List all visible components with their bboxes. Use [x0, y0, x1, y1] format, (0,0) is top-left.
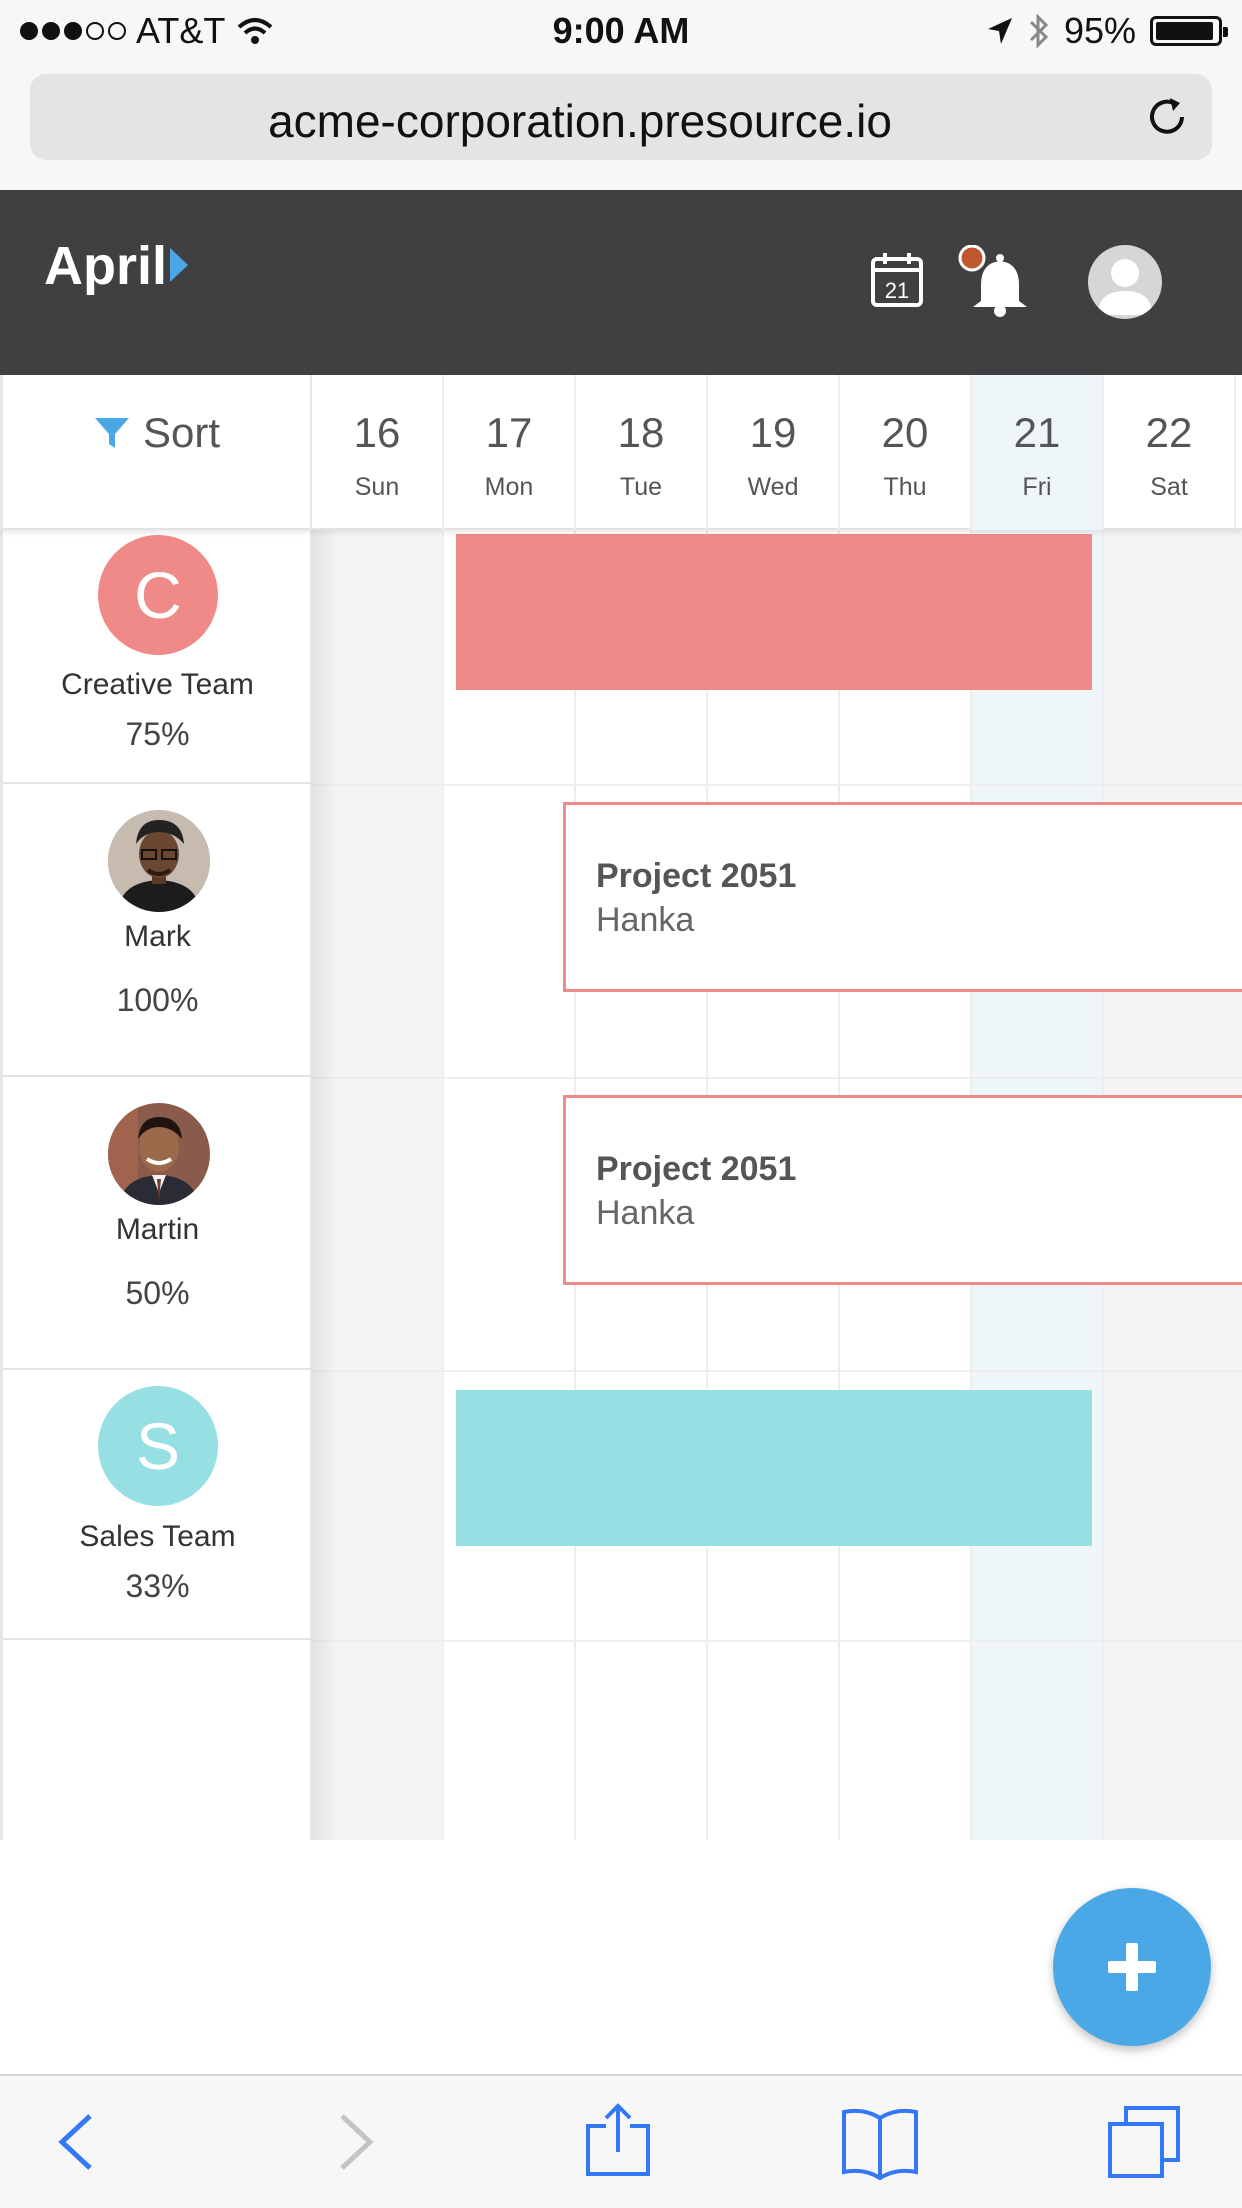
row-divider	[312, 784, 1242, 786]
day-name: Wed	[747, 473, 799, 501]
booking-client: Hanka	[596, 1194, 695, 1232]
day-name: Sat	[1150, 473, 1188, 501]
month-title[interactable]: April	[44, 235, 167, 297]
booking-card[interactable]: Project 2051 Hanka	[563, 802, 1242, 992]
booking-card[interactable]: Project 2051 Hanka	[563, 1095, 1242, 1285]
reload-icon[interactable]	[1142, 92, 1192, 142]
plus-icon-vertical	[1126, 1943, 1138, 1991]
calendar-icon-day: 21	[885, 278, 909, 303]
url-text[interactable]: acme-corporation.presource.io	[30, 94, 1130, 148]
resource-utilization: 33%	[125, 1568, 190, 1604]
day-column-header[interactable]: 20 Thu	[840, 375, 972, 530]
user-avatar-button[interactable]	[1088, 245, 1162, 319]
day-number: 17	[485, 409, 533, 456]
schedule-grid: Project 2051 Hanka Project 2051 Hanka C …	[0, 530, 1242, 1840]
day-number: 20	[881, 409, 929, 456]
booking-client: Hanka	[596, 901, 695, 939]
sort-label: Sort	[143, 409, 221, 456]
day-name: Tue	[619, 473, 663, 501]
resource-name: Creative Team	[61, 668, 254, 701]
day-number: 18	[617, 409, 665, 456]
browser-address-area: acme-corporation.presource.io	[0, 60, 1242, 190]
resource-utilization: 50%	[125, 1275, 190, 1311]
bluetooth-icon	[1029, 13, 1049, 49]
app-header: April 21	[0, 190, 1242, 375]
tabs-icon[interactable]	[1104, 2102, 1184, 2182]
day-column-header-today[interactable]: 21 Fri	[972, 375, 1104, 530]
day-number: 19	[749, 409, 797, 456]
calendar-today-icon[interactable]: 21	[870, 250, 924, 308]
resource-column: C Creative Team 75% Mark 100% Martin 50%…	[0, 530, 312, 1840]
address-bar[interactable]: acme-corporation.presource.io	[30, 74, 1212, 160]
grid-day-column[interactable]	[444, 530, 576, 1840]
user-silhouette-icon	[1098, 259, 1152, 315]
bookmarks-icon[interactable]	[840, 2102, 920, 2182]
resource-name: Sales Team	[79, 1520, 236, 1553]
add-booking-button[interactable]	[1053, 1888, 1211, 2046]
resource-name: Martin	[115, 1213, 200, 1246]
day-column-header[interactable]: 18 Tue	[576, 375, 708, 530]
booking-project: Project 2051	[596, 857, 797, 895]
resource-row[interactable]: C Creative Team 75%	[3, 530, 312, 784]
status-right: 95%	[986, 10, 1228, 52]
resource-row[interactable]: S Sales Team 33%	[3, 1370, 312, 1640]
user-photo-avatar	[108, 810, 210, 912]
team-avatar: C	[98, 535, 218, 655]
booking-bar-sales-team[interactable]	[456, 1390, 1092, 1546]
row-divider	[312, 1640, 1242, 1642]
day-name: Fri	[1022, 473, 1052, 501]
day-name: Thu	[883, 473, 927, 501]
battery-percent: 95%	[1063, 10, 1136, 51]
resource-name: Mark	[124, 920, 191, 953]
location-arrow-icon	[987, 18, 1012, 44]
booking-project: Project 2051	[596, 1150, 797, 1188]
notification-dot	[958, 245, 986, 272]
row-divider	[312, 1077, 1242, 1079]
day-column-header[interactable]: 17 Mon	[444, 375, 576, 530]
notifications-bell-icon[interactable]	[955, 245, 1037, 317]
filter-icon	[95, 418, 129, 448]
team-avatar: S	[98, 1386, 218, 1506]
booking-bar-creative-team[interactable]	[456, 534, 1092, 690]
day-number: 16	[353, 409, 401, 456]
day-name: Mon	[484, 473, 534, 501]
share-icon[interactable]	[578, 2102, 658, 2182]
resource-row[interactable]: Martin 50%	[3, 1077, 312, 1370]
back-icon[interactable]	[38, 2102, 118, 2182]
user-photo-avatar	[108, 1103, 210, 1205]
forward-icon[interactable]	[314, 2102, 394, 2182]
status-bar: AT&T 9:00 AM 95%	[0, 0, 1242, 60]
day-column-header[interactable]: 22 Sat	[1104, 375, 1236, 530]
day-name: Sun	[354, 473, 400, 501]
resource-utilization: 100%	[116, 982, 199, 1018]
battery-icon	[1150, 16, 1228, 46]
row-divider	[312, 1370, 1242, 1372]
next-month-arrow-icon[interactable]	[170, 248, 188, 282]
schedule-header-row: Sort 16 Sun 17 Mon 18 Tue 19 Wed 20 Thu …	[0, 375, 1242, 530]
resource-utilization: 75%	[125, 716, 190, 752]
sort-button[interactable]: Sort	[0, 375, 312, 530]
day-number: 21	[1013, 409, 1061, 456]
day-number: 22	[1145, 409, 1193, 456]
resource-row[interactable]: Mark 100%	[3, 784, 312, 1077]
browser-toolbar	[0, 2074, 1242, 2208]
day-column-header[interactable]: 16 Sun	[312, 375, 444, 530]
day-column-header[interactable]: 19 Wed	[708, 375, 840, 530]
column-shadow	[312, 530, 338, 1840]
